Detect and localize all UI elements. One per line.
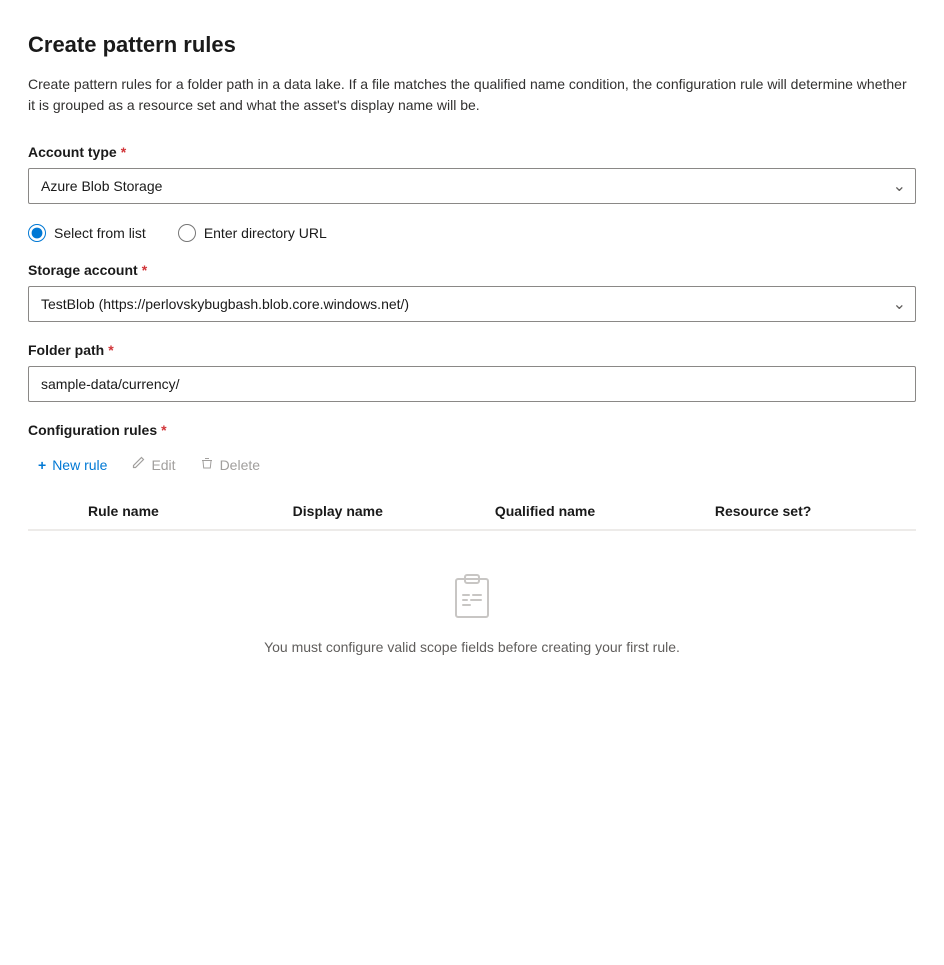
account-type-select-wrapper: Azure Blob Storage Azure Data Lake Stora… — [28, 168, 916, 204]
account-type-label: Account type * — [28, 144, 916, 160]
required-indicator: * — [121, 144, 126, 160]
folder-path-section: Folder path * — [28, 342, 916, 402]
empty-clipboard-icon — [446, 571, 498, 623]
empty-state-message: You must configure valid scope fields be… — [264, 639, 680, 655]
rules-table: Rule name Display name Qualified name Re… — [28, 495, 916, 695]
required-indicator-config: * — [161, 422, 166, 438]
folder-path-input[interactable] — [28, 366, 916, 402]
enter-directory-url-radio[interactable] — [178, 224, 196, 242]
configuration-rules-section: Configuration rules * + New rule Edit — [28, 422, 916, 695]
col-rule-name: Rule name — [28, 495, 281, 530]
select-from-list-option[interactable]: Select from list — [28, 224, 146, 242]
storage-account-select[interactable]: TestBlob (https://perlovskybugbash.blob.… — [28, 286, 916, 322]
rules-toolbar: + New rule Edit Delete — [28, 450, 916, 479]
page-description: Create pattern rules for a folder path i… — [28, 74, 908, 116]
storage-account-select-wrapper: TestBlob (https://perlovskybugbash.blob.… — [28, 286, 916, 322]
account-type-select[interactable]: Azure Blob Storage Azure Data Lake Stora… — [28, 168, 916, 204]
configuration-rules-label: Configuration rules * — [28, 422, 916, 438]
col-display-name: Display name — [281, 495, 483, 530]
edit-button[interactable]: Edit — [121, 450, 185, 479]
new-rule-button[interactable]: + New rule — [28, 451, 117, 479]
enter-directory-url-option[interactable]: Enter directory URL — [178, 224, 327, 242]
select-from-list-radio[interactable] — [28, 224, 46, 242]
source-selection-group: Select from list Enter directory URL — [28, 224, 916, 242]
delete-icon — [200, 456, 214, 473]
required-indicator-storage: * — [142, 262, 147, 278]
plus-icon: + — [38, 457, 46, 473]
new-rule-label: New rule — [52, 457, 107, 473]
storage-account-section: Storage account * TestBlob (https://perl… — [28, 262, 916, 322]
col-qualified-name: Qualified name — [483, 495, 703, 530]
empty-state: You must configure valid scope fields be… — [28, 531, 916, 695]
empty-state-cell: You must configure valid scope fields be… — [28, 530, 916, 695]
delete-label: Delete — [220, 457, 260, 473]
select-from-list-label: Select from list — [54, 225, 146, 241]
required-indicator-folder: * — [108, 342, 113, 358]
account-type-section: Account type * Azure Blob Storage Azure … — [28, 144, 916, 204]
col-resource-set: Resource set? — [703, 495, 916, 530]
enter-directory-url-label: Enter directory URL — [204, 225, 327, 241]
delete-button[interactable]: Delete — [190, 450, 270, 479]
folder-path-label: Folder path * — [28, 342, 916, 358]
edit-label: Edit — [151, 457, 175, 473]
page-title: Create pattern rules — [28, 32, 916, 58]
storage-account-label: Storage account * — [28, 262, 916, 278]
edit-icon — [131, 456, 145, 473]
